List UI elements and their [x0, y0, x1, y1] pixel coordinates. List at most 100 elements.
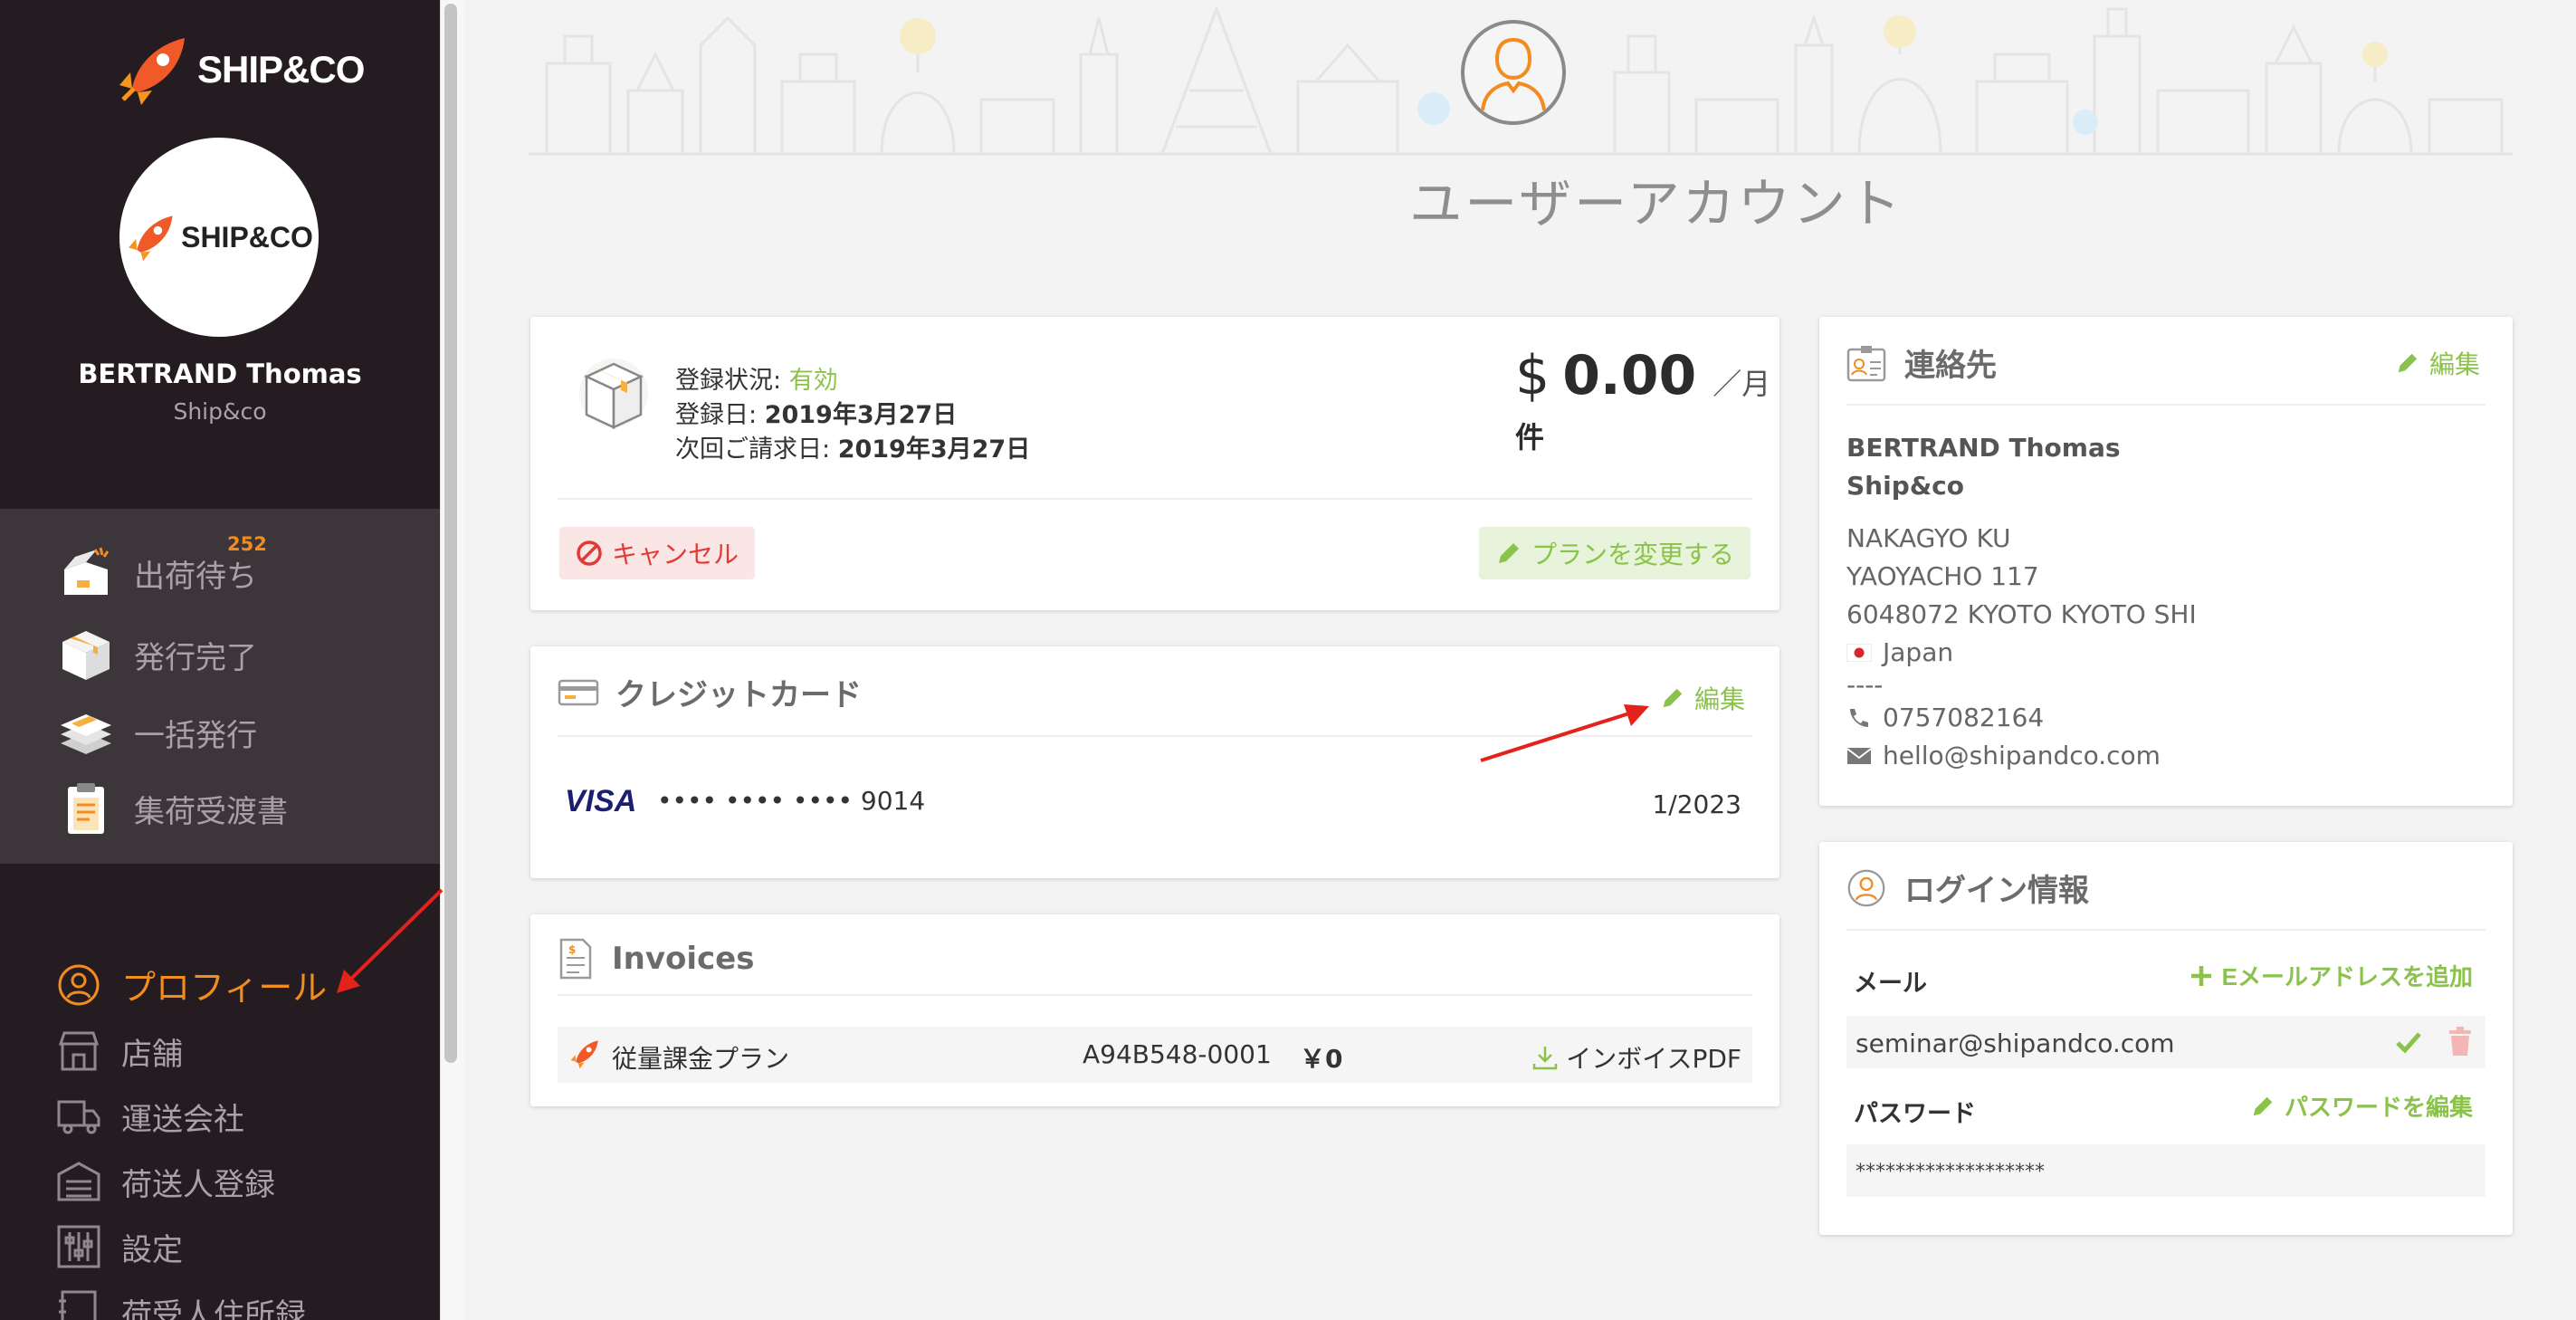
plan-status-label: 登録状況:: [675, 367, 789, 395]
invoices-divider: [558, 994, 1752, 996]
plan-price: $ 0.00 ／月: [1515, 344, 1770, 407]
credit-card-title: クレジットカード: [558, 670, 862, 714]
change-plan-label: プランを変更する: [1531, 540, 1734, 569]
contact-title-text: 連絡先: [1904, 348, 1997, 384]
password-label: パスワード: [1854, 1100, 1976, 1128]
invoice-plan: 従量課金プラン: [612, 1044, 790, 1074]
clipboard-icon: [56, 779, 116, 838]
plan-divider: [558, 498, 1752, 500]
check-icon[interactable]: [2395, 1030, 2422, 1054]
sidebar: SHIP&CO SHIP&CO BERTRAND Thomas Ship&co …: [0, 0, 440, 1320]
envelope-icon: [1846, 747, 1872, 764]
invoice-pdf-label: インボイスPDF: [1566, 1044, 1741, 1074]
plan-status: 登録状況: 有効: [675, 360, 838, 396]
plan-registered-value: 2019年3月27日: [764, 401, 958, 429]
password-value-row: *******************: [1846, 1144, 2485, 1197]
store-icon: [56, 1028, 101, 1074]
table-row: 従量課金プラン A94B548-0001 ￥0 インボイスPDF: [558, 1027, 1752, 1083]
add-email-button[interactable]: Eメールアドレスを追加: [2184, 958, 2478, 993]
menu-item-address-book[interactable]: 荷受人住所録: [56, 1289, 306, 1320]
contact-phone: 0757082164: [1846, 703, 2044, 732]
login-divider: [1846, 929, 2485, 931]
plan-registered-date: 登録日: 2019年3月27日: [675, 395, 957, 430]
user-company: Ship&co: [173, 398, 267, 425]
address-book-icon: [56, 1289, 101, 1320]
page-title: ユーザーアカウント: [1409, 173, 1903, 234]
edit-password-button[interactable]: パスワードを編集: [2245, 1088, 2478, 1124]
contact-address-line2: YAOYACHO 117: [1846, 561, 2039, 591]
pencil-icon: [1663, 688, 1683, 708]
japan-flag-icon: [1846, 643, 1872, 662]
app-logo[interactable]: SHIP&CO: [114, 33, 365, 107]
menu-label: 店舗: [121, 1036, 183, 1073]
menu-item-shippers[interactable]: 荷送人登録: [56, 1159, 275, 1204]
plan-registered-label: 登録日:: [675, 401, 765, 429]
trash-icon[interactable]: [2447, 1027, 2473, 1057]
open-box-icon: [56, 543, 116, 603]
stack-icon: [56, 703, 116, 762]
contact-country: Japan: [1846, 637, 1953, 667]
user-circle-icon: [1847, 869, 1885, 906]
ban-icon: [577, 540, 602, 566]
edit-contact-label: 編集: [2428, 350, 2480, 378]
svg-text:$: $: [568, 943, 576, 956]
login-info-title-text: ログイン情報: [1904, 873, 2089, 909]
invoice-pdf-link[interactable]: インボイスPDF: [1531, 1039, 1741, 1076]
cancel-plan-label: キャンセル: [612, 540, 739, 569]
annotation-arrow-profile: [337, 888, 444, 993]
pencil-icon: [2398, 353, 2418, 373]
contact-email-text: hello@shipandco.com: [1883, 741, 2161, 770]
add-email-label: Eメールアドレスを追加: [2221, 963, 2473, 990]
menu-item-settings[interactable]: 設定: [56, 1224, 183, 1269]
page-user-avatar: [1461, 20, 1566, 125]
plan-next-billing-value: 2019年3月27日: [837, 435, 1031, 464]
nav-item-pickup-receipt[interactable]: 集荷受渡書: [56, 779, 288, 838]
contact-card: 連絡先 編集 BERTRAND Thomas Ship&co NAKAGYO K…: [1819, 317, 2513, 806]
invoice-amount: ￥0: [1300, 1044, 1343, 1074]
logo-text: SHIP&CO: [197, 48, 365, 91]
contact-card-icon: [1846, 345, 1886, 381]
contact-address-line1: NAKAGYO KU: [1846, 523, 2011, 553]
nav-item-bulk-issue[interactable]: 一括発行: [56, 703, 257, 762]
avatar[interactable]: SHIP&CO: [119, 138, 319, 337]
nav-label: 発行完了: [134, 639, 257, 676]
email-value: seminar@shipandco.com: [1856, 1028, 2175, 1058]
menu-item-carriers[interactable]: 運送会社: [56, 1094, 244, 1139]
menu-item-profile[interactable]: プロフィール: [56, 960, 327, 1009]
plan-status-value: 有効: [788, 367, 838, 395]
edit-credit-card-label: 編集: [1693, 685, 1745, 713]
credit-card-title-text: クレジットカード: [615, 677, 862, 713]
menu-label: 運送会社: [121, 1101, 244, 1138]
contact-address-line3: 6048072 KYOTO KYOTO SHI: [1846, 599, 2197, 629]
edit-credit-card-button[interactable]: 編集: [1655, 679, 1751, 717]
user-icon: [56, 962, 101, 1008]
invoices-card: $ Invoices 従量課金プラン A94B548-0001 ￥0 インボイス…: [530, 914, 1779, 1106]
rocket-logo-small-icon: [129, 215, 173, 262]
nav-label: 一括発行: [134, 717, 257, 754]
closed-box-icon: [56, 625, 116, 684]
price-period: ／月: [1713, 367, 1771, 401]
contact-name: BERTRAND Thomas: [1846, 433, 2121, 463]
rocket-icon: [570, 1040, 598, 1069]
pencil-icon: [2253, 1096, 2273, 1115]
nav-label: 出荷待ち: [134, 558, 257, 595]
annotation-arrow-edit: [1480, 704, 1649, 762]
menu-item-stores[interactable]: 店舗: [56, 1028, 183, 1074]
card-number: •••• •••• •••• 9014: [657, 786, 926, 816]
change-plan-button[interactable]: プランを変更する: [1478, 527, 1751, 579]
price-amount: 0.00: [1562, 344, 1697, 407]
cancel-plan-button[interactable]: キャンセル: [559, 527, 756, 579]
avatar-logo-text: SHIP&CO: [181, 220, 313, 253]
rocket-logo-icon: [119, 38, 185, 105]
menu-label: 設定: [121, 1231, 183, 1268]
download-icon: [1533, 1047, 1558, 1070]
edit-contact-button[interactable]: 編集: [2390, 344, 2485, 382]
package-icon: [579, 359, 648, 429]
pencil-icon: [1498, 543, 1519, 563]
nav-item-pending[interactable]: 出荷待ち: [56, 543, 257, 603]
contact-company: Ship&co: [1846, 471, 1964, 501]
plan-card: 登録状況: 有効 登録日: 2019年3月27日 次回ご請求日: 2019年3月…: [530, 317, 1779, 610]
nav-item-issued[interactable]: 発行完了: [56, 625, 257, 684]
phone-icon: [1850, 708, 1868, 727]
price-unit: 件: [1515, 420, 1545, 454]
